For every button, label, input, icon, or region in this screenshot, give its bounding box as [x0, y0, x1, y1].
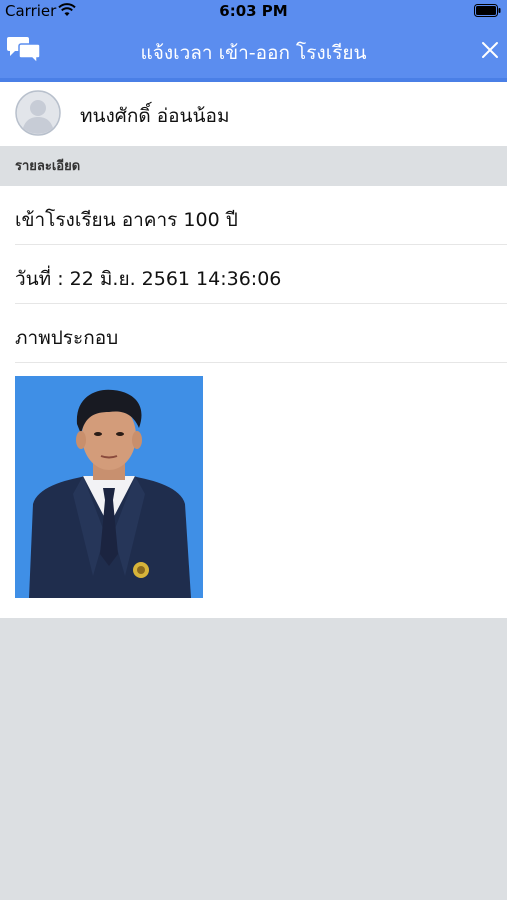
nav-bar: แจ้งเวลา เข้า-ออก โรงเรียน — [0, 22, 507, 82]
photo-label-row: ภาพประกอบ — [15, 304, 507, 363]
status-bar: Carrier 6:03 PM — [0, 0, 507, 22]
attached-photo[interactable] — [15, 376, 203, 598]
date-row: วันที่ : 22 มิ.ย. 2561 14:36:06 — [15, 245, 507, 304]
location-text: เข้าโรงเรียน อาคาร 100 ปี — [15, 209, 238, 231]
section-header: รายละเอียด — [0, 146, 507, 186]
nav-title: แจ้งเวลา เข้า-ออก โรงเรียน — [140, 42, 367, 64]
location-row: เข้าโรงเรียน อาคาร 100 ปี — [15, 186, 507, 245]
profile-row: ทนงศักดิ์ อ่อนน้อม — [0, 82, 507, 146]
date-text: วันที่ : 22 มิ.ย. 2561 14:36:06 — [15, 268, 282, 290]
default-avatar-icon — [15, 90, 61, 136]
photo-label: ภาพประกอบ — [15, 327, 119, 349]
profile-name: ทนงศักดิ์ อ่อนน้อม — [80, 105, 230, 127]
section-title: รายละเอียด — [15, 159, 81, 174]
battery-icon — [474, 4, 501, 17]
detail-content: เข้าโรงเรียน อาคาร 100 ปี วันที่ : 22 มิ… — [0, 186, 507, 618]
close-icon[interactable] — [479, 39, 501, 61]
status-time: 6:03 PM — [219, 2, 288, 20]
